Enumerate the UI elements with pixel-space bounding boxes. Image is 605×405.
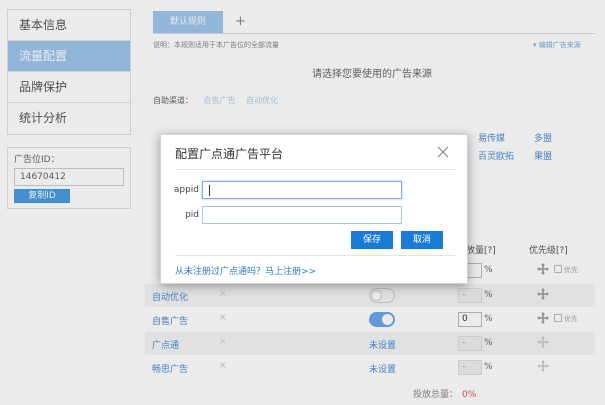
modal-title: 配置广点通广告平台 (175, 147, 284, 161)
modal-divider (175, 169, 455, 170)
pid-label: pid (185, 210, 199, 220)
config-modal: 配置广点通广告平台 appid pid 保存 取消 从未注册过广点通吗？马上注册… (160, 134, 468, 284)
cancel-button[interactable]: 取消 (401, 231, 443, 249)
save-button[interactable]: 保存 (351, 231, 393, 249)
modal-divider (175, 255, 455, 256)
close-icon[interactable] (433, 142, 453, 162)
appid-label: appid (173, 185, 199, 195)
pid-input[interactable] (202, 206, 402, 224)
appid-input[interactable] (202, 181, 402, 199)
register-link[interactable]: 从未注册过广点通吗？马上注册>> (175, 264, 316, 277)
